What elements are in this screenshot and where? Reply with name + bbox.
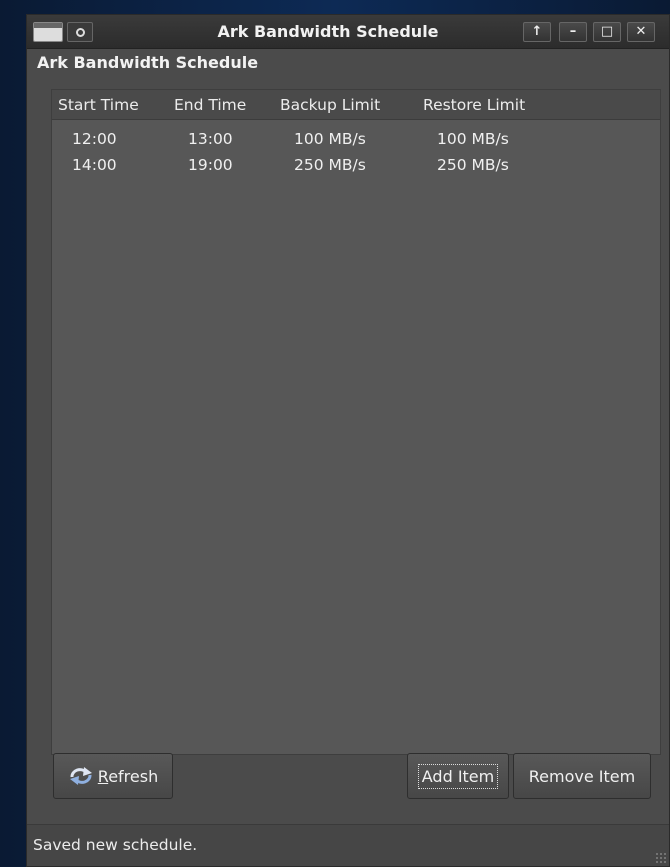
- window-menu-icon[interactable]: [33, 22, 63, 42]
- page-title: Ark Bandwidth Schedule: [37, 53, 259, 72]
- column-header-restore-limit[interactable]: Restore Limit: [417, 96, 557, 114]
- status-bar: Saved new schedule.: [27, 824, 669, 866]
- cell-start-time: 14:00: [72, 156, 117, 174]
- table-row[interactable]: 12:00 13:00 100 MB/s 100 MB/s: [52, 126, 660, 152]
- refresh-icon: [69, 767, 92, 785]
- sticky-icon[interactable]: [67, 22, 93, 42]
- cell-backup-limit: 100 MB/s: [294, 130, 366, 148]
- add-item-label: Add Item: [417, 763, 499, 789]
- maximize-button[interactable]: □: [593, 22, 621, 42]
- cell-restore-limit: 250 MB/s: [437, 156, 509, 174]
- refresh-button-label: Refresh: [97, 766, 159, 786]
- status-text: Saved new schedule.: [33, 836, 198, 854]
- minimize-button[interactable]: –: [559, 22, 587, 42]
- column-header-backup-limit[interactable]: Backup Limit: [274, 96, 417, 114]
- title-bar[interactable]: Ark Bandwidth Schedule ↑ – □ ✕: [27, 15, 669, 49]
- main-window: Ark Bandwidth Schedule ↑ – □ ✕ Ark Bandw…: [26, 14, 670, 867]
- cell-start-time: 12:00: [72, 130, 117, 148]
- keep-above-button[interactable]: ↑: [523, 22, 551, 42]
- column-header-start-time[interactable]: Start Time: [52, 96, 168, 114]
- close-button[interactable]: ✕: [627, 22, 655, 42]
- cell-backup-limit: 250 MB/s: [294, 156, 366, 174]
- table-header: Start Time End Time Backup Limit Restore…: [52, 90, 660, 120]
- remove-item-button[interactable]: Remove Item: [513, 753, 651, 799]
- cell-end-time: 19:00: [188, 156, 233, 174]
- window-title: Ark Bandwidth Schedule: [217, 22, 439, 41]
- schedule-table[interactable]: Start Time End Time Backup Limit Restore…: [51, 89, 661, 755]
- remove-item-label: Remove Item: [528, 766, 636, 786]
- table-row[interactable]: 14:00 19:00 250 MB/s 250 MB/s: [52, 152, 660, 178]
- cell-restore-limit: 100 MB/s: [437, 130, 509, 148]
- refresh-button[interactable]: Refresh: [53, 753, 173, 799]
- add-item-button[interactable]: Add Item: [407, 753, 509, 799]
- cell-end-time: 13:00: [188, 130, 233, 148]
- column-header-end-time[interactable]: End Time: [168, 96, 274, 114]
- resize-grip[interactable]: [655, 852, 667, 864]
